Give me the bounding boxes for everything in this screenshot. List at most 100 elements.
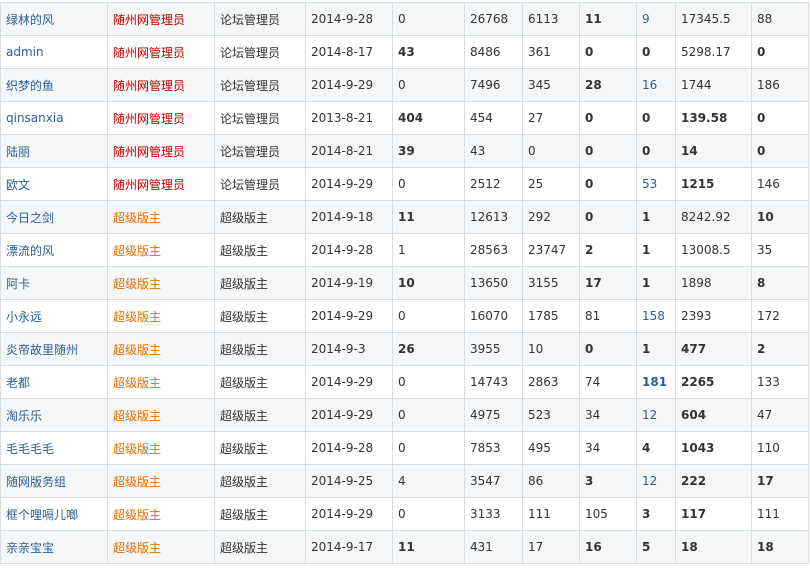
table-row: 随网版务组 超级版主 超级版主 2014-9-25 4 3547 86 3 12 222 17 — [0, 464, 809, 498]
replies-cell: 111 — [522, 497, 580, 531]
last-visit-cell: 2014-9-17 — [305, 530, 393, 564]
digests-value[interactable]: 9 — [642, 12, 650, 26]
user-group-cell: 超级版主 — [214, 332, 306, 366]
credits-cell: 477 — [675, 332, 752, 366]
username-link[interactable]: 陆丽 — [6, 145, 30, 159]
digests-cell: 5 — [636, 530, 676, 564]
last-visit-value: 2014-9-29 — [311, 507, 374, 521]
username-link[interactable]: 阿卡 — [6, 277, 30, 291]
user-group-value: 超级版主 — [220, 342, 269, 357]
credits-value: 139.58 — [681, 111, 728, 125]
topics-cell: 81 — [579, 299, 637, 333]
username-link[interactable]: qinsanxia — [6, 111, 64, 125]
username-cell: 随网版务组 — [0, 464, 108, 498]
username-link[interactable]: admin — [6, 45, 44, 59]
admin-group-value: 超级版主 — [113, 375, 162, 390]
admin-group-cell: 超级版主 — [107, 464, 215, 498]
last-visit-value: 2014-9-28 — [311, 12, 374, 26]
online-time-value: 0 — [398, 12, 406, 26]
admin-group-value: 随州网管理员 — [113, 144, 186, 159]
digests-value[interactable]: 16 — [642, 78, 657, 92]
table-row: 陆丽 随州网管理员 论坛管理员 2014-8-21 39 43 0 0 0 14 0 — [0, 134, 809, 168]
topics-cell: 0 — [579, 35, 637, 69]
money-cell: 10 — [751, 200, 809, 234]
username-link[interactable]: 欧文 — [6, 178, 30, 192]
digests-value: 1 — [642, 243, 651, 257]
username-link[interactable]: 今日之剑 — [6, 211, 54, 225]
online-time-cell: 43 — [392, 35, 465, 69]
online-time-value: 4 — [398, 474, 406, 488]
last-visit-cell: 2014-8-17 — [305, 35, 393, 69]
topics-value: 11 — [585, 12, 602, 26]
posts-value: 3955 — [470, 342, 501, 356]
posts-value: 7496 — [470, 78, 501, 92]
topics-value: 0 — [585, 210, 594, 224]
last-visit-value: 2014-9-18 — [311, 210, 374, 224]
topics-cell: 0 — [579, 167, 637, 201]
replies-value: 111 — [528, 507, 551, 521]
username-link[interactable]: 织梦的鱼 — [6, 79, 54, 93]
credits-cell: 1898 — [675, 266, 752, 300]
last-visit-value: 2014-9-29 — [311, 408, 374, 422]
username-link[interactable]: 亲亲宝宝 — [6, 541, 54, 555]
online-time-cell: 0 — [392, 167, 465, 201]
user-group-cell: 超级版主 — [214, 266, 306, 300]
posts-cell: 43 — [464, 134, 523, 168]
digests-value[interactable]: 12 — [642, 408, 657, 422]
topics-value: 0 — [585, 342, 594, 356]
money-value: 10 — [757, 210, 774, 224]
topics-value: 0 — [585, 111, 594, 125]
replies-cell: 361 — [522, 35, 580, 69]
posts-cell: 7496 — [464, 68, 523, 102]
username-link[interactable]: 毛毛毛毛 — [6, 442, 54, 456]
digests-value[interactable]: 181 — [642, 375, 667, 389]
replies-value: 292 — [528, 210, 551, 224]
online-time-value: 0 — [398, 375, 406, 389]
replies-value: 86 — [528, 474, 544, 488]
username-cell: 绿林的风 — [0, 2, 108, 36]
money-value: 146 — [757, 177, 780, 191]
digests-value[interactable]: 12 — [642, 474, 657, 488]
posts-cell: 7853 — [464, 431, 523, 465]
replies-value: 17 — [528, 540, 544, 554]
username-link[interactable]: 老都 — [6, 376, 30, 390]
topics-value: 0 — [585, 45, 594, 59]
username-link[interactable]: 绿林的风 — [6, 13, 54, 27]
credits-value: 117 — [681, 507, 707, 521]
money-cell: 18 — [751, 530, 809, 564]
table-row: 绿林的风 随州网管理员 论坛管理员 2014-9-28 0 26768 6113 11 9 173… — [0, 2, 809, 36]
admin-group-value: 超级版主 — [113, 474, 162, 489]
admin-group-cell: 随州网管理员 — [107, 2, 215, 36]
username-link[interactable]: 小永远 — [6, 310, 42, 324]
digests-value[interactable]: 158 — [642, 309, 665, 323]
username-cell: 炎帝故里随州 — [0, 332, 108, 366]
user-group-cell: 论坛管理员 — [214, 2, 306, 36]
digests-value[interactable]: 53 — [642, 177, 657, 191]
username-link[interactable]: 炎帝故里随州 — [6, 343, 78, 357]
admin-group-cell: 超级版主 — [107, 530, 215, 564]
user-group-cell: 超级版主 — [214, 530, 306, 564]
user-group-value: 论坛管理员 — [220, 12, 281, 27]
user-group-value: 论坛管理员 — [220, 111, 281, 126]
user-group-value: 论坛管理员 — [220, 45, 281, 60]
last-visit-value: 2014-9-19 — [311, 276, 374, 290]
username-link[interactable]: 淘乐乐 — [6, 409, 42, 423]
username-cell: 欧文 — [0, 167, 108, 201]
username-link[interactable]: 漂流的风 — [6, 244, 54, 258]
username-link[interactable]: 框个哩嗝儿啷 — [6, 508, 78, 522]
admin-group-value: 随州网管理员 — [113, 12, 186, 27]
posts-value: 3133 — [470, 507, 501, 521]
money-value: 47 — [757, 408, 773, 422]
posts-cell: 28563 — [464, 233, 523, 267]
last-visit-cell: 2014-9-25 — [305, 464, 393, 498]
posts-value: 26768 — [470, 12, 509, 26]
posts-cell: 2512 — [464, 167, 523, 201]
username-link[interactable]: 随网版务组 — [6, 475, 66, 489]
user-group-value: 论坛管理员 — [220, 144, 281, 159]
digests-cell: 0 — [636, 134, 676, 168]
credits-cell: 2265 — [675, 365, 752, 399]
replies-cell: 292 — [522, 200, 580, 234]
digests-cell: 158 — [636, 299, 676, 333]
username-cell: 陆丽 — [0, 134, 108, 168]
user-group-value: 论坛管理员 — [220, 177, 281, 192]
